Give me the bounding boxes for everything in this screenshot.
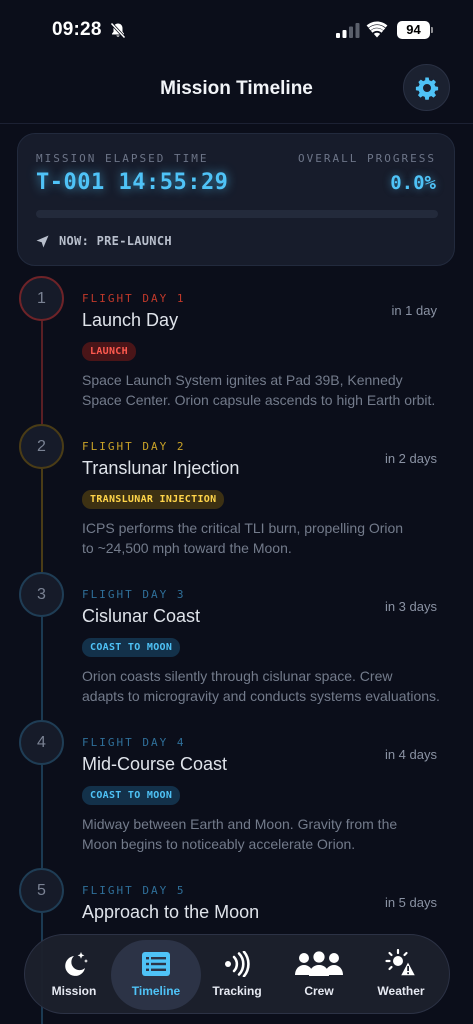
status-time: 09:28 xyxy=(52,19,102,40)
tab-label: Timeline xyxy=(131,984,181,998)
event-number: 3 xyxy=(19,572,64,617)
phase-badge: LAUNCH xyxy=(82,342,136,361)
signal-waves-icon xyxy=(225,951,250,977)
settings-button[interactable] xyxy=(403,64,450,111)
current-phase: NOW: PRE-LAUNCH xyxy=(36,234,172,248)
timeline-connector xyxy=(41,617,43,720)
tab-weather[interactable]: Weather xyxy=(356,940,446,1010)
header: Mission Timeline xyxy=(0,56,473,124)
flight-day-label: FLIGHT DAY 5 xyxy=(82,884,186,897)
screen: 09:28 94 Mission Timeline MISSION ELAPSE… xyxy=(0,0,473,1024)
phase-badge: COAST TO MOON xyxy=(82,638,181,657)
overall-progress-label: OVERALL PROGRESS xyxy=(298,152,436,165)
flight-day-label: FLIGHT DAY 1 xyxy=(82,292,186,305)
list-icon xyxy=(142,952,170,976)
gear-icon xyxy=(415,77,438,100)
event-title: Translunar Injection xyxy=(82,458,240,478)
event-description-line: Orion coasts silently through cislunar s… xyxy=(82,668,393,684)
tab-label: Mission xyxy=(51,984,97,998)
tab-bar: Mission Timeline Tracking Crew Weather xyxy=(24,934,450,1014)
page-title: Mission Timeline xyxy=(160,78,313,99)
event-number: 5 xyxy=(19,868,64,913)
event-description-line: adapts to microgravity and conducts syst… xyxy=(82,688,440,704)
event-countdown: in 5 days xyxy=(384,895,437,910)
timeline-connector xyxy=(41,765,43,868)
event-title: Cislunar Coast xyxy=(82,606,201,626)
tab-mission[interactable]: Mission xyxy=(29,940,119,1010)
event-number: 4 xyxy=(19,720,64,765)
event-title: Mid-Course Coast xyxy=(82,754,228,774)
event-description-line: Space Launch System ignites at Pad 39B, … xyxy=(82,372,403,388)
tab-label: Weather xyxy=(377,984,425,998)
event-description: ICPS performs the critical TLI burn, pro… xyxy=(82,518,442,558)
event-description-line: Space Center. Orion capsule ascends to h… xyxy=(82,392,436,408)
battery-nub xyxy=(431,27,433,33)
event-description-line: Midway between Earth and Moon. Gravity f… xyxy=(82,816,398,832)
phase-badge: COAST TO MOON xyxy=(82,786,181,805)
event-countdown: in 2 days xyxy=(384,451,437,466)
flight-day-label: FLIGHT DAY 3 xyxy=(82,588,186,601)
status-bar: 09:28 94 xyxy=(0,0,473,56)
event-description: Orion coasts silently through cislunar s… xyxy=(82,666,442,706)
elapsed-time-label: MISSION ELAPSED TIME xyxy=(36,152,209,165)
progress-bar xyxy=(36,210,438,218)
phase-badge: TRANSLUNAR INJECTION xyxy=(82,490,225,509)
event-number: 2 xyxy=(19,424,64,469)
event-description-line: Moon begins to noticeably accelerate Ori… xyxy=(82,836,356,852)
event-description: Space Launch System ignites at Pad 39B, … xyxy=(82,370,442,410)
timeline-connector xyxy=(41,469,43,572)
event-number: 1 xyxy=(19,276,64,321)
event-countdown: in 4 days xyxy=(384,747,437,762)
location-arrow-icon xyxy=(36,235,49,247)
flight-day-label: FLIGHT DAY 2 xyxy=(82,440,186,453)
crew-icon xyxy=(295,951,343,976)
battery-level: 94 xyxy=(406,22,421,37)
current-phase-text: NOW: PRE-LAUNCH xyxy=(59,234,172,248)
elapsed-time-value: T-001 14:55:29 xyxy=(36,170,229,195)
event-title: Approach to the Moon xyxy=(82,902,260,922)
battery-indicator: 94 xyxy=(397,21,430,39)
tab-label: Tracking xyxy=(212,984,262,998)
mission-status-card: MISSION ELAPSED TIME OVERALL PROGRESS T-… xyxy=(17,133,455,266)
event-description-line: to ~24,500 mph toward the Moon. xyxy=(82,540,292,556)
overall-progress-value: 0.0% xyxy=(390,172,436,194)
bell-off-icon xyxy=(110,22,126,39)
event-countdown: in 3 days xyxy=(384,599,437,614)
event-description-line: ICPS performs the critical TLI burn, pro… xyxy=(82,520,404,536)
wifi-icon xyxy=(366,21,388,38)
timeline-list[interactable]: 1 FLIGHT DAY 1 Launch Day in 1 day LAUNC… xyxy=(0,276,473,1024)
event-title: Launch Day xyxy=(82,310,179,330)
event-countdown: in 1 day xyxy=(391,303,437,318)
flight-day-label: FLIGHT DAY 4 xyxy=(82,736,186,749)
moon-stars-icon xyxy=(65,952,88,976)
weather-alert-icon xyxy=(385,949,417,977)
cellular-signal-icon xyxy=(336,23,360,38)
tab-crew[interactable]: Crew xyxy=(274,940,364,1010)
event-description: Midway between Earth and Moon. Gravity f… xyxy=(82,814,442,854)
timeline-connector xyxy=(41,321,43,424)
tab-label: Crew xyxy=(304,984,334,998)
tab-tracking[interactable]: Tracking xyxy=(192,940,282,1010)
tab-timeline[interactable]: Timeline xyxy=(111,940,201,1010)
